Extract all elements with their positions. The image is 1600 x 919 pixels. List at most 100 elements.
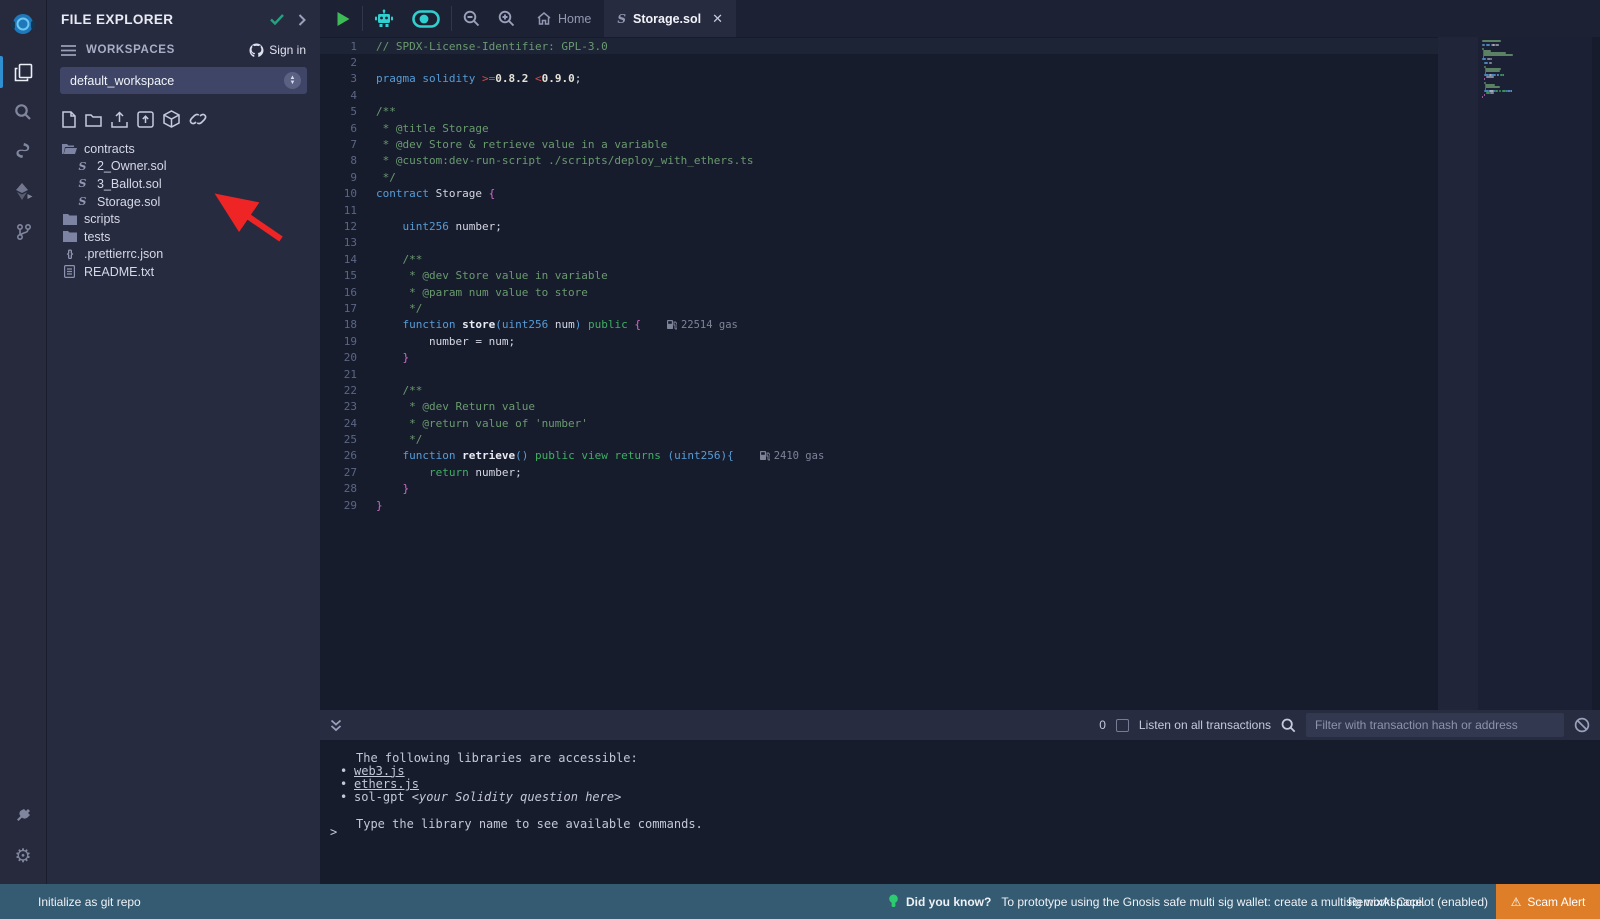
chevron-right-icon[interactable] [298, 14, 306, 26]
hide-terminal-button[interactable] [330, 719, 342, 732]
code-line[interactable]: 11 [320, 202, 1440, 218]
code-line[interactable]: 3pragma solidity >=0.8.2 <0.9.0; [320, 71, 1440, 87]
sidebar-item-git[interactable] [0, 212, 47, 252]
upload-file-icon[interactable] [111, 110, 128, 128]
code-line[interactable]: 18 function store(uint256 num) public {2… [320, 317, 1440, 333]
warning-icon: ⚠ [1511, 895, 1522, 909]
code-line[interactable]: 21 [320, 366, 1440, 382]
create-folder-icon[interactable] [85, 110, 102, 128]
code-text: // SPDX-License-Identifier: GPL-3.0 [376, 40, 608, 53]
code-line[interactable]: 2 [320, 54, 1440, 70]
search-icon [14, 103, 32, 121]
code-line[interactable]: 10contract Storage { [320, 186, 1440, 202]
code-line[interactable]: 12 uint256 number; [320, 218, 1440, 234]
code-line[interactable]: 1// SPDX-License-Identifier: GPL-3.0 [320, 38, 1440, 54]
git-init-button[interactable]: Initialize as git repo [38, 884, 141, 919]
editor-scrollbar[interactable] [1438, 37, 1478, 710]
copilot-status[interactable]: RemixAI Copilot (enabled) [1348, 884, 1488, 919]
code-line[interactable]: 24 * @return value of 'number' [320, 415, 1440, 431]
link-icon[interactable] [189, 110, 207, 128]
tree-item--prettierrc-json[interactable]: { }.prettierrc.json [47, 246, 320, 264]
terminal-link[interactable]: web3.js [354, 764, 405, 778]
gas-estimate-badge: 22514 gas [667, 319, 738, 331]
tree-item-3-ballot-sol[interactable]: S3_Ballot.sol [47, 175, 320, 193]
sidebar-item-settings[interactable]: ⚙ [0, 836, 47, 876]
remix-logo[interactable] [0, 0, 47, 52]
file-explorer-panel: FILE EXPLORER WORKSPACES Sign in default… [47, 0, 320, 884]
code-line[interactable]: 29} [320, 497, 1440, 513]
code-line[interactable]: 22 /** [320, 382, 1440, 398]
tree-item-tests[interactable]: tests [47, 228, 320, 246]
tab-storage-sol[interactable]: SStorage.sol✕ [604, 0, 736, 37]
run-script-button[interactable] [320, 0, 360, 37]
terminal-line: Type the library name to see available c… [340, 817, 1600, 830]
code-line[interactable]: 9 */ [320, 169, 1440, 185]
check-icon[interactable] [270, 14, 284, 25]
code-line[interactable]: 8 * @custom:dev-run-script ./scripts/dep… [320, 153, 1440, 169]
code-text: pragma solidity >=0.8.2 <0.9.0; [376, 72, 581, 85]
tree-item-storage-sol[interactable]: SStorage.sol [47, 193, 320, 211]
terminal-line: •web3.js [340, 764, 1600, 777]
solidity-icon: S [75, 195, 90, 208]
hamburger-menu-icon[interactable] [61, 45, 76, 56]
editor-minimap[interactable] [1478, 37, 1592, 710]
zoom-in-icon [498, 10, 515, 27]
code-line[interactable]: 16 * @param num value to store [320, 284, 1440, 300]
sidebar-item-plugin-manager[interactable] [0, 796, 47, 836]
transaction-filter-input[interactable] [1306, 713, 1564, 737]
clear-console-icon[interactable] [1574, 717, 1590, 733]
workspace-select[interactable]: default_workspace ▲▼ [60, 67, 307, 94]
terminal-link[interactable]: ethers.js [354, 777, 419, 791]
tree-item-scripts[interactable]: scripts [47, 210, 320, 228]
sidebar-item-file-explorer[interactable] [0, 52, 47, 92]
terminal-line: •ethers.js [340, 777, 1600, 790]
sidebar-item-search[interactable] [0, 92, 47, 132]
code-text: * @param num value to store [376, 286, 588, 299]
code-line[interactable]: 6 * @title Storage [320, 120, 1440, 136]
transaction-count-badge: 0 [1099, 718, 1106, 732]
code-line[interactable]: 25 */ [320, 431, 1440, 447]
box-icon[interactable] [163, 110, 180, 128]
github-icon [249, 43, 264, 57]
code-text: number = num; [376, 335, 515, 348]
tree-item-label: contracts [84, 142, 135, 156]
scam-alert-button[interactable]: ⚠ Scam Alert [1496, 884, 1600, 919]
terminal[interactable]: The following libraries are accessible:•… [320, 740, 1600, 884]
sidebar-item-solidity-compiler[interactable] [0, 132, 47, 172]
zoom-out-button[interactable] [454, 0, 489, 37]
line-number: 11 [320, 204, 376, 217]
code-line[interactable]: 14 /** [320, 251, 1440, 267]
code-text: } [376, 351, 409, 364]
code-editor[interactable]: 1// SPDX-License-Identifier: GPL-3.023pr… [320, 37, 1600, 710]
code-line[interactable]: 15 * @dev Store value in variable [320, 267, 1440, 283]
code-line[interactable]: 5/** [320, 104, 1440, 120]
sidebar-item-deploy-and-run[interactable] [0, 172, 47, 212]
code-line[interactable]: 17 */ [320, 300, 1440, 316]
code-line[interactable]: 20 } [320, 349, 1440, 365]
code-text: */ [376, 302, 422, 315]
tree-item-label: README.txt [84, 265, 154, 279]
ai-assistant-button[interactable] [365, 0, 403, 37]
upload-folder-icon[interactable] [137, 110, 154, 128]
code-line[interactable]: 28 } [320, 481, 1440, 497]
code-line[interactable]: 23 * @dev Return value [320, 399, 1440, 415]
line-number: 5 [320, 105, 376, 118]
code-line[interactable]: 7 * @dev Store & retrieve value in a var… [320, 136, 1440, 152]
zoom-in-button[interactable] [489, 0, 524, 37]
tree-item-2-owner-sol[interactable]: S2_Owner.sol [47, 158, 320, 176]
code-line[interactable]: 13 [320, 235, 1440, 251]
code-line[interactable]: 19 number = num; [320, 333, 1440, 349]
close-tab-icon[interactable]: ✕ [712, 11, 723, 27]
zoom-out-icon [463, 10, 480, 27]
listen-transactions-checkbox[interactable] [1116, 719, 1129, 732]
code-line[interactable]: 27 return number; [320, 464, 1440, 480]
tree-item-readme-txt[interactable]: README.txt [47, 263, 320, 281]
tab-home[interactable]: Home [524, 0, 604, 37]
tree-item-contracts[interactable]: contracts [47, 140, 320, 158]
code-line[interactable]: 4 [320, 87, 1440, 103]
create-file-icon[interactable] [62, 110, 76, 128]
terminal-search-icon [1281, 718, 1296, 733]
copilot-toggle[interactable] [403, 0, 449, 37]
sign-in-button[interactable]: Sign in [249, 43, 306, 57]
code-line[interactable]: 26 function retrieve() public view retur… [320, 448, 1440, 464]
